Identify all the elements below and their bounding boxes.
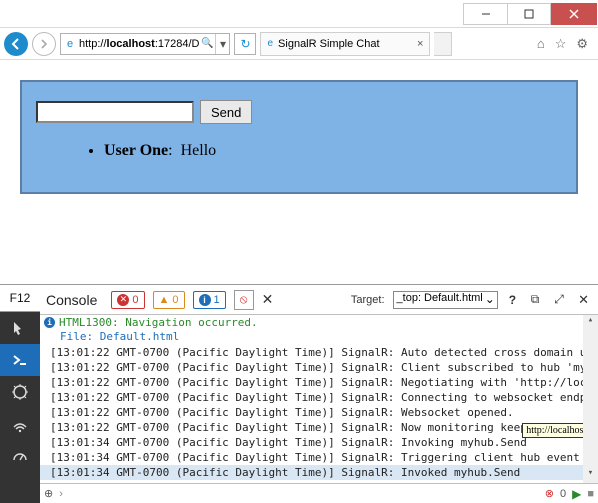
window-minimize-button[interactable] (463, 3, 507, 25)
pin-button[interactable]: ⧉ (527, 292, 543, 307)
console-log-line: [13:01:22 GMT-0700 (Pacific Daylight Tim… (40, 420, 598, 435)
message-user: User One (104, 142, 168, 159)
devtools-panel: F12 Console ✕0 ▲0 i1 ⦸ ✕ Target: _top: D… (0, 284, 598, 503)
tab-favicon-icon: e (267, 38, 273, 49)
scroll-up-icon[interactable]: ▴ (583, 315, 598, 330)
browser-tab[interactable]: e SignalR Simple Chat × (260, 32, 430, 56)
footer-error-count: 0 (560, 488, 566, 500)
console-log-line: [13:01:22 GMT-0700 (Pacific Daylight Tim… (40, 390, 598, 405)
message-list: User One: Hello (64, 142, 562, 160)
list-item: User One: Hello (104, 142, 562, 160)
console-log-line-selected: [13:01:34 GMT-0700 (Pacific Daylight Tim… (40, 465, 598, 480)
new-tab-button[interactable] (434, 32, 452, 56)
console-log-line: [13:01:34 GMT-0700 (Pacific Daylight Tim… (40, 435, 598, 450)
clear-console-button[interactable]: ⦸ (234, 290, 254, 310)
console-title: Console (46, 292, 97, 308)
console-info-line: iHTML1300: Navigation occurred. (40, 315, 598, 330)
window-maximize-button[interactable] (507, 3, 551, 25)
search-icon[interactable]: 🔍 (199, 38, 215, 49)
address-bar[interactable]: e http://localhost:17284/D 🔍 ▾ (60, 33, 230, 55)
error-count-badge[interactable]: ✕0 (111, 291, 144, 309)
home-icon[interactable]: ⌂ (537, 36, 545, 52)
tab-title: SignalR Simple Chat (278, 38, 412, 50)
devtools-footer: ⊕ › ⊗ 0 ▶ ■ (40, 483, 598, 503)
console-log-line: [13:01:22 GMT-0700 (Pacific Daylight Tim… (40, 345, 598, 360)
footer-error-icon: ⊗ (545, 487, 554, 500)
tools-icon[interactable]: ⚙ (576, 36, 588, 52)
ie-favicon-icon: e (61, 38, 79, 50)
send-button[interactable]: Send (200, 100, 252, 124)
forward-button[interactable] (32, 32, 56, 56)
warning-count-badge[interactable]: ▲0 (153, 291, 185, 309)
devtools-sidebar: F12 (0, 285, 40, 503)
window-titlebar (0, 0, 598, 28)
target-select[interactable]: _top: Default.html (393, 291, 498, 309)
back-button[interactable] (4, 32, 28, 56)
url-text: http://localhost:17284/D (79, 38, 199, 50)
expand-icon[interactable]: ⊕ (44, 487, 53, 500)
console-log-line: [13:01:34 GMT-0700 (Pacific Daylight Tim… (40, 450, 598, 465)
info-count-badge[interactable]: i1 (193, 291, 226, 309)
scroll-down-icon[interactable]: ▾ (583, 468, 598, 483)
browser-toolbar: e http://localhost:17284/D 🔍 ▾ ↻ e Signa… (0, 28, 598, 60)
console-log-line: [13:01:22 GMT-0700 (Pacific Daylight Tim… (40, 360, 598, 375)
help-button[interactable]: ? (506, 293, 519, 307)
refresh-button[interactable]: ↻ (234, 33, 256, 55)
prompt-chevron-icon: › (59, 488, 63, 500)
console-output[interactable]: iHTML1300: Navigation occurred. File: De… (40, 315, 598, 483)
message-text: Hello (181, 142, 217, 159)
debugger-icon[interactable] (0, 376, 40, 408)
favorites-icon[interactable]: ☆ (555, 36, 567, 52)
devtools-header: Console ✕0 ▲0 i1 ⦸ ✕ Target: _top: Defau… (40, 285, 598, 315)
tab-close-button[interactable]: × (417, 38, 423, 50)
message-input[interactable] (36, 101, 194, 123)
network-icon[interactable] (0, 408, 40, 440)
console-tab-icon[interactable] (0, 344, 40, 376)
run-button[interactable]: ▶ (572, 487, 581, 501)
profiler-icon[interactable] (0, 440, 40, 472)
stop-button[interactable]: ■ (587, 488, 594, 500)
dom-explorer-icon[interactable] (0, 312, 40, 344)
window-close-button[interactable] (551, 3, 597, 25)
devtools-close-button[interactable]: ✕ (575, 292, 592, 308)
console-scrollbar[interactable]: ▴ ▾ (583, 315, 598, 483)
console-log-line: [13:01:22 GMT-0700 (Pacific Daylight Tim… (40, 375, 598, 390)
url-dropdown-icon[interactable]: ▾ (215, 34, 229, 54)
chat-panel: Send User One: Hello (20, 80, 578, 194)
f12-label: F12 (0, 285, 40, 312)
close-filter-icon[interactable]: ✕ (262, 291, 274, 308)
console-file-line: File: Default.html (40, 330, 598, 345)
page-content: Send User One: Hello (0, 60, 598, 284)
undock-button[interactable]: ⤢ (551, 292, 567, 307)
target-label: Target: (351, 294, 385, 306)
console-log-line: [13:01:22 GMT-0700 (Pacific Daylight Tim… (40, 405, 598, 420)
